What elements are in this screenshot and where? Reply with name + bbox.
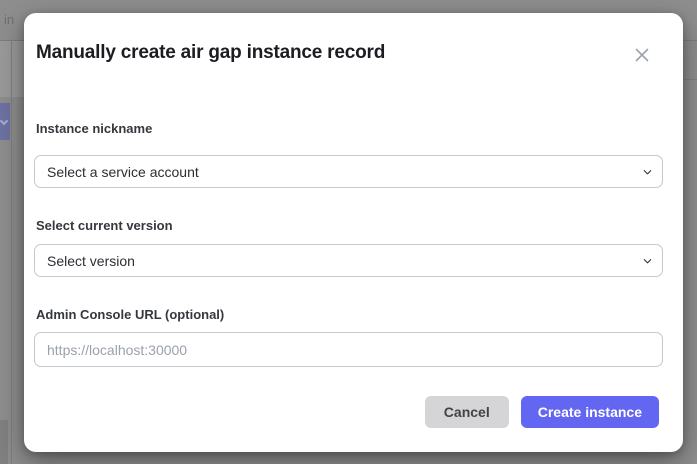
service-account-select[interactable]: Select a service account bbox=[34, 155, 663, 188]
background-bottom-fragment bbox=[0, 420, 8, 464]
checkmark-icon bbox=[0, 117, 8, 125]
cancel-button[interactable]: Cancel bbox=[425, 396, 509, 428]
background-text-fragment: in bbox=[4, 12, 14, 27]
close-icon bbox=[634, 47, 650, 63]
modal-overlay: in Manually create air gap instance reco… bbox=[0, 0, 697, 464]
background-right-divider bbox=[683, 79, 697, 80]
create-air-gap-instance-dialog: Manually create air gap instance record … bbox=[24, 13, 683, 452]
background-selected-item-fragment bbox=[0, 103, 10, 140]
instance-nickname-label: Instance nickname bbox=[36, 121, 152, 136]
current-version-label: Select current version bbox=[36, 218, 173, 233]
dialog-title: Manually create air gap instance record bbox=[36, 42, 385, 64]
version-select[interactable]: Select version bbox=[34, 244, 663, 277]
admin-console-url-input[interactable] bbox=[34, 332, 663, 367]
chevron-down-icon bbox=[642, 255, 653, 266]
version-select-value: Select version bbox=[35, 253, 135, 269]
create-instance-button[interactable]: Create instance bbox=[521, 396, 659, 428]
close-button[interactable] bbox=[632, 45, 652, 65]
dialog-footer: Cancel Create instance bbox=[425, 396, 659, 428]
background-sidebar-border bbox=[11, 41, 12, 464]
service-account-select-value: Select a service account bbox=[35, 164, 199, 180]
chevron-down-icon bbox=[642, 166, 653, 177]
admin-console-url-label: Admin Console URL (optional) bbox=[36, 307, 224, 322]
background-panel-fragment bbox=[0, 41, 24, 97]
